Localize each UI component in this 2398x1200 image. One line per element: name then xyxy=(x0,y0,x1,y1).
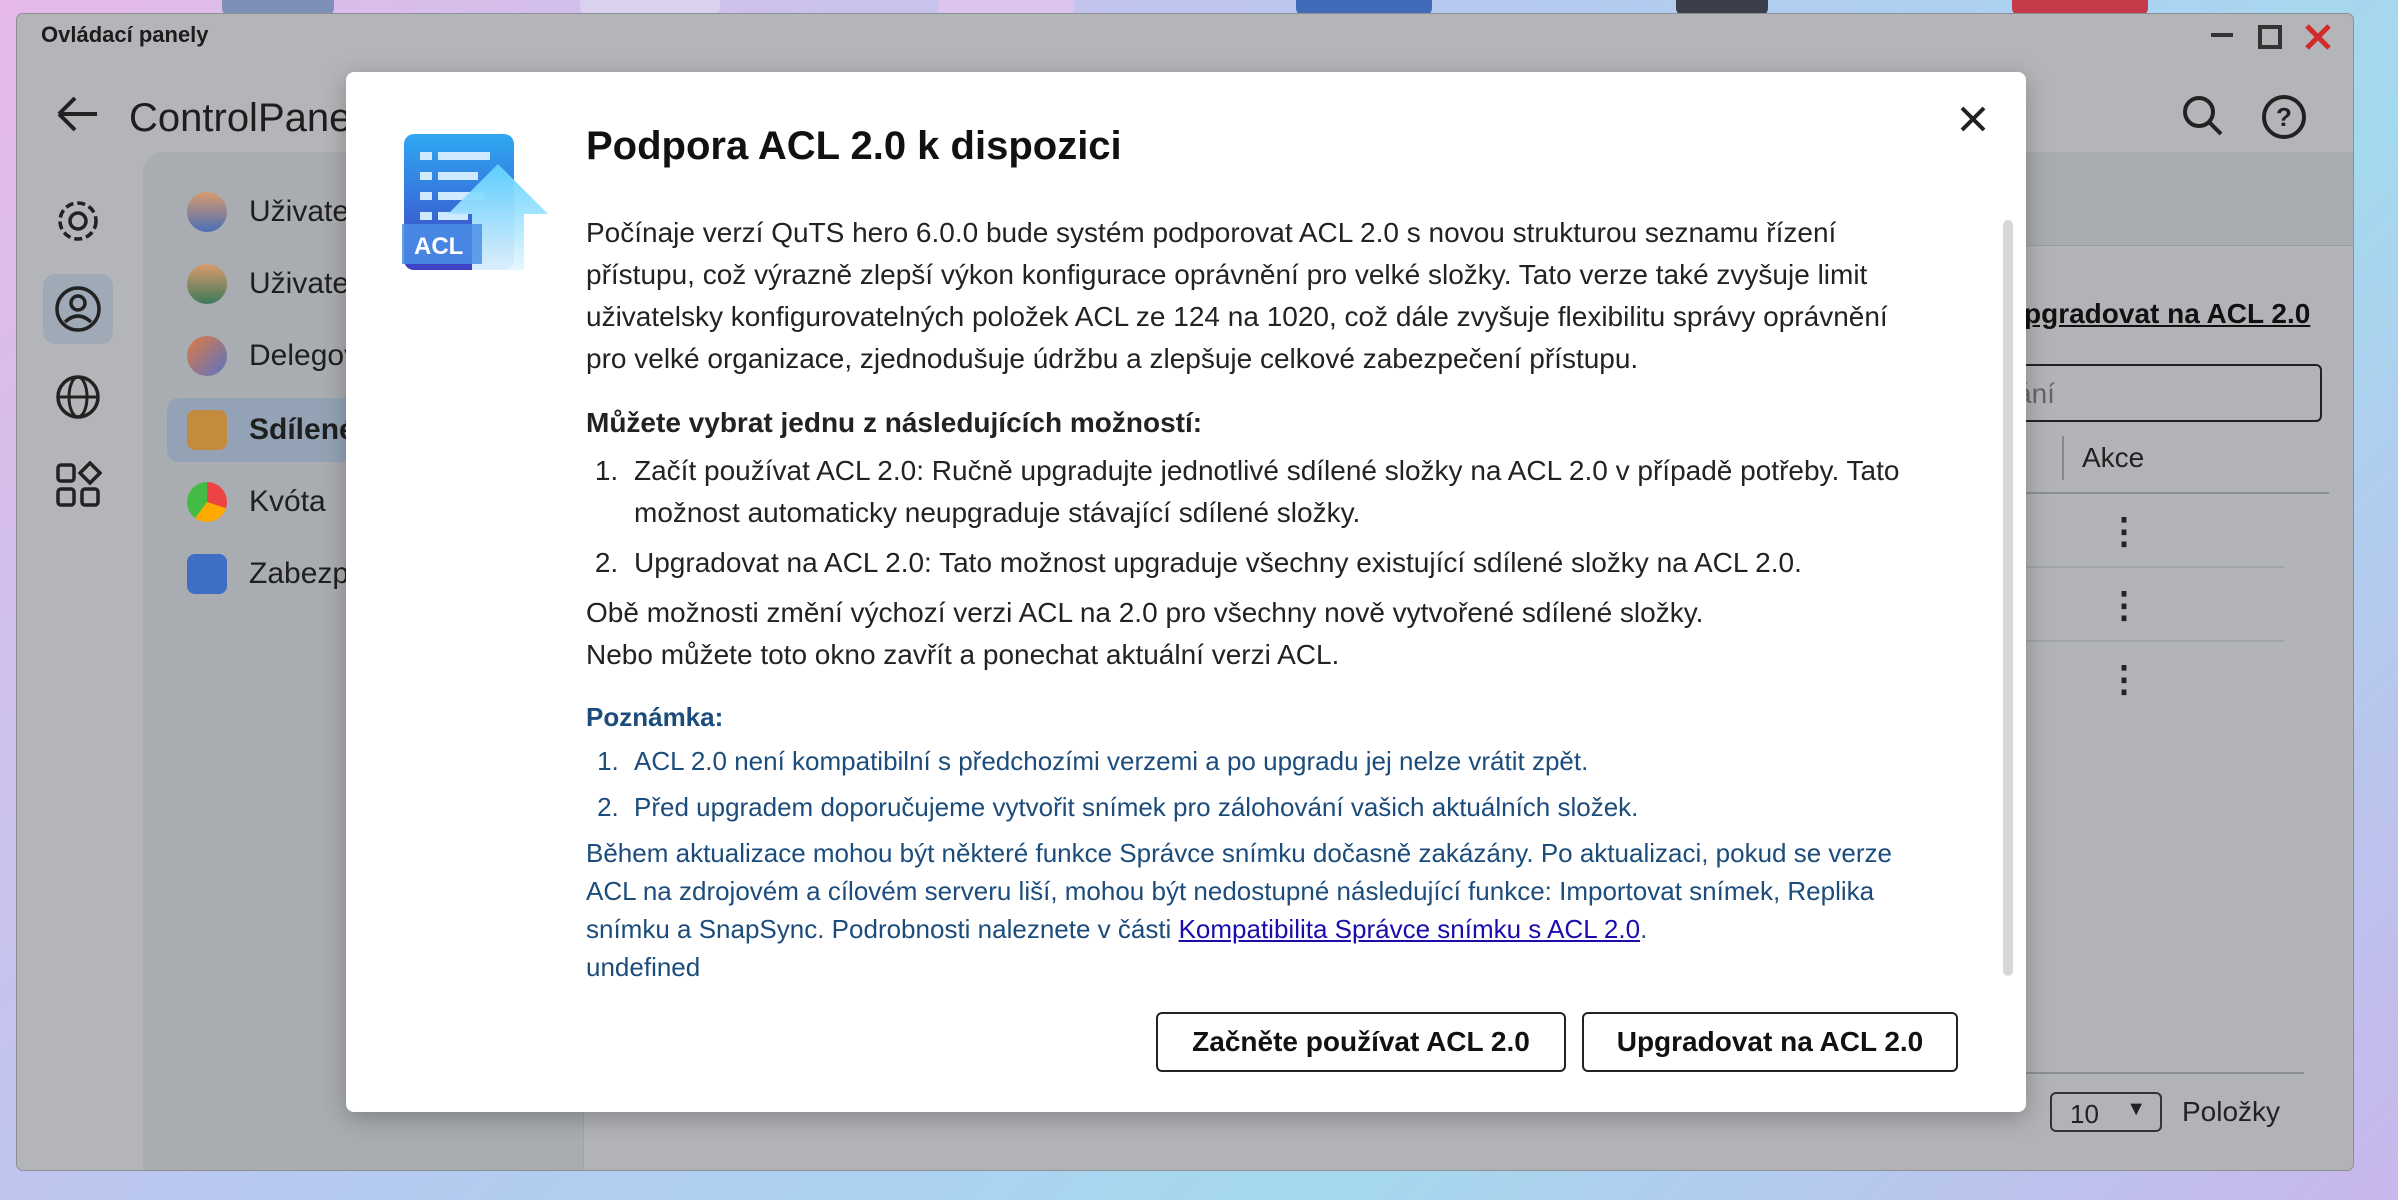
upgrade-acl2-button[interactable]: Upgradovat na ACL 2.0 xyxy=(1582,1012,1958,1072)
apps-icon[interactable] xyxy=(43,450,113,520)
delegate-icon xyxy=(187,336,227,376)
list-item: Začít používat ACL 2.0: Ručně upgradujte… xyxy=(626,450,1906,534)
options-list: Začít používat ACL 2.0: Ručně upgradujte… xyxy=(626,450,1906,584)
both-options-note: Obě možnosti změní výchozí verzi ACL na … xyxy=(586,597,1704,628)
dialog-body: Počínaje verzí QuTS hero 6.0.0 bude syst… xyxy=(586,212,1906,1062)
user-group-icon xyxy=(187,264,227,304)
start-acl2-button[interactable]: Začněte používat ACL 2.0 xyxy=(1156,1012,1566,1072)
maximize-icon[interactable] xyxy=(2257,24,2283,57)
page-size-value: 10 xyxy=(2070,1099,2099,1129)
app-title: ControlPane xyxy=(129,96,352,140)
quota-icon xyxy=(187,482,227,522)
help-icon[interactable]: ? xyxy=(2261,94,2307,145)
close-option-note: Nebo můžete toto okno zavřít a ponechat … xyxy=(586,639,1340,670)
search-icon[interactable] xyxy=(2181,94,2225,143)
upgrade-acl-link[interactable]: pgradovat na ACL 2.0 xyxy=(2024,298,2310,330)
row-actions-button[interactable]: ⋮ xyxy=(2106,658,2142,700)
list-item: ACL 2.0 není kompatibilní s předchozími … xyxy=(626,742,1906,780)
trailing-text: undefined xyxy=(586,952,701,982)
close-icon[interactable] xyxy=(2303,22,2333,59)
row-actions-button[interactable]: ⋮ xyxy=(2106,584,2142,626)
note-section: Poznámka: ACL 2.0 není kompatibilní s př… xyxy=(586,698,1906,986)
back-arrow-icon[interactable] xyxy=(55,94,101,139)
chevron-down-icon: ▼ xyxy=(2126,1098,2146,1120)
globe-icon[interactable] xyxy=(43,362,113,432)
acl-logo-icon: ACL xyxy=(402,132,552,282)
list-item: Upgradovat na ACL 2.0: Tato možnost upgr… xyxy=(626,542,1906,584)
snapshot-note: Během aktualizace mohou být některé funk… xyxy=(586,834,1906,948)
folder-icon xyxy=(187,410,227,450)
page-size-select[interactable]: 10 ▼ xyxy=(2050,1092,2162,1132)
sidebar-item-label: Kvóta xyxy=(249,485,326,518)
row-actions-button[interactable]: ⋮ xyxy=(2106,510,2142,552)
nav-rail xyxy=(17,166,143,1170)
security-icon xyxy=(187,554,227,594)
acl-upgrade-dialog: ACL Podpora ACL 2.0 k dispozici Počínaje… xyxy=(346,72,2026,1112)
acl-logo-text: ACL xyxy=(414,233,463,260)
window-titlebar: Ovládací panely xyxy=(17,14,2353,56)
dialog-close-icon[interactable] xyxy=(1956,102,1990,141)
minimize-icon[interactable] xyxy=(2209,18,2235,55)
options-heading: Můžete vybrat jednu z následujících možn… xyxy=(586,407,1203,438)
snapshot-compat-link[interactable]: Kompatibilita Správce snímku s ACL 2.0 xyxy=(1179,914,1640,944)
note-title: Poznámka: xyxy=(586,702,724,732)
dialog-scrollbar[interactable] xyxy=(2003,220,2013,976)
user-icon[interactable] xyxy=(43,274,113,344)
window-title: Ovládací panely xyxy=(41,22,209,47)
snapshot-end: . xyxy=(1640,914,1648,944)
intro-paragraph: Počínaje verzí QuTS hero 6.0.0 bude syst… xyxy=(586,217,1888,374)
svg-text:?: ? xyxy=(2276,102,2292,132)
column-header-akce: Akce xyxy=(2062,436,2144,480)
user-icon xyxy=(187,192,227,232)
note-list: ACL 2.0 není kompatibilní s předchozími … xyxy=(626,742,1906,826)
dialog-title: Podpora ACL 2.0 k dispozici xyxy=(586,124,1122,168)
page-size-label: Položky xyxy=(2182,1096,2281,1127)
list-item: Před upgradem doporučujeme vytvořit sním… xyxy=(626,788,1906,826)
settings-icon[interactable] xyxy=(43,186,113,256)
